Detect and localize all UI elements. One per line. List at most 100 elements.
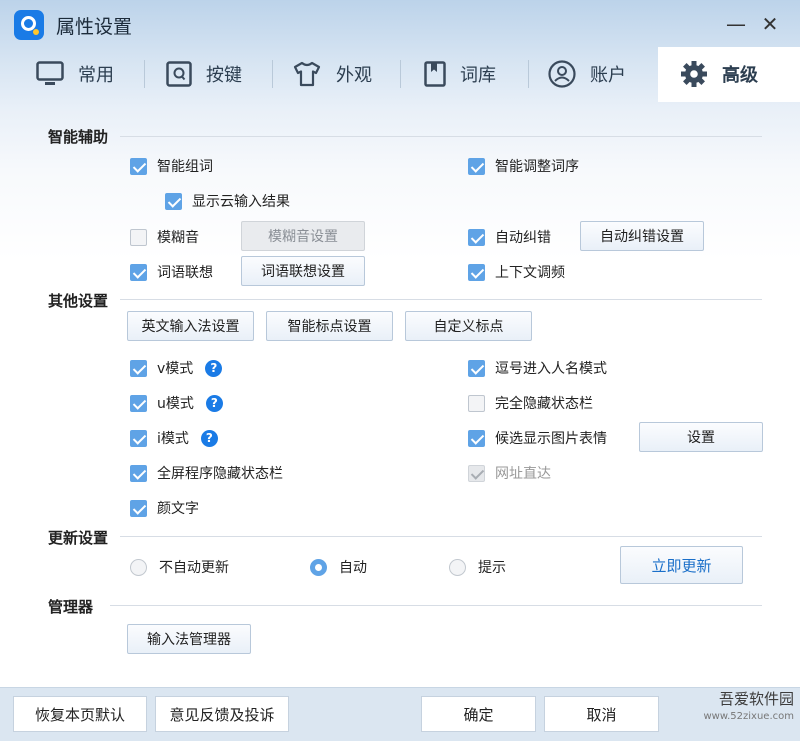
checkbox-label: 智能调整词序: [495, 159, 579, 175]
section-title-other: 其他设置: [48, 292, 109, 310]
key-icon: [166, 61, 192, 87]
radio-circle: [130, 558, 147, 576]
checkbox-emoticon[interactable]: 颜文字: [130, 498, 199, 518]
section-divider: [120, 136, 762, 137]
feedback-button[interactable]: 意见反馈及投诉: [155, 696, 289, 732]
radio-label: 提示: [478, 560, 506, 576]
checkbox-comma-name[interactable]: 逗号进入人名模式: [468, 358, 607, 378]
checkbox-box: [130, 464, 147, 482]
tab-label: 高级: [722, 65, 758, 86]
checkbox-cloud-result[interactable]: 显示云输入结果: [165, 191, 290, 211]
custom-punct-button[interactable]: 自定义标点: [405, 311, 532, 341]
section-divider: [120, 536, 762, 537]
window-title: 属性设置: [56, 16, 133, 38]
checkbox-label: 全屏程序隐藏状态栏: [157, 466, 283, 482]
checkbox-box: [468, 157, 485, 175]
radio-no-auto-update[interactable]: 不自动更新: [130, 557, 229, 577]
checkbox-u-mode[interactable]: u模式?: [130, 393, 223, 413]
tab-lexicon[interactable]: 词库: [424, 50, 496, 98]
checkbox-fuzzy[interactable]: 模糊音: [130, 227, 199, 247]
checkbox-autocorrect[interactable]: 自动纠错: [468, 227, 551, 247]
tab-label: 外观: [336, 65, 372, 86]
checkbox-box: [130, 263, 147, 281]
checkbox-box: [130, 429, 147, 447]
checkbox-smart-order[interactable]: 智能调整词序: [468, 156, 579, 176]
update-now-button[interactable]: 立即更新: [620, 546, 743, 584]
checkbox-box: [130, 394, 147, 412]
tab-advanced[interactable]: 高级: [680, 50, 758, 98]
radio-label: 自动: [339, 560, 367, 576]
user-icon: [548, 60, 576, 88]
close-button[interactable]: ✕: [756, 10, 784, 38]
tab-keys[interactable]: 按键: [166, 50, 242, 98]
checkbox-candidate-image[interactable]: 候选显示图片表情: [468, 428, 607, 448]
help-icon[interactable]: ?: [205, 359, 223, 377]
checkbox-label: v模式: [157, 361, 194, 377]
checkbox-label: 候选显示图片表情: [495, 431, 607, 447]
checkbox-box: [468, 228, 485, 246]
checkbox-box: [468, 429, 485, 447]
checkbox-box: [130, 499, 147, 517]
tab-common[interactable]: 常用: [36, 50, 114, 98]
restore-defaults-button[interactable]: 恢复本页默认: [13, 696, 147, 732]
watermark-name: 吾爱软件园: [718, 690, 794, 708]
tab-divider: [144, 60, 145, 88]
tab-account[interactable]: 账户: [548, 50, 626, 98]
help-icon[interactable]: ?: [205, 394, 223, 412]
checkbox-label: 词语联想: [157, 265, 213, 281]
help-icon[interactable]: ?: [200, 429, 218, 447]
tab-label: 词库: [460, 65, 496, 86]
checkbox-box: [468, 394, 485, 412]
association-settings-button[interactable]: 词语联想设置: [241, 256, 365, 286]
checkbox-hide-status[interactable]: 完全隐藏状态栏: [468, 393, 593, 413]
checkbox-v-mode[interactable]: v模式?: [130, 358, 223, 378]
checkbox-box: [468, 464, 485, 482]
fuzzy-settings-button[interactable]: 模糊音设置: [241, 221, 365, 251]
book-icon: [424, 61, 446, 87]
radio-circle: [310, 558, 327, 576]
app-logo: [14, 10, 44, 40]
english-input-settings-button[interactable]: 英文输入法设置: [127, 311, 254, 341]
checkbox-label: 逗号进入人名模式: [495, 361, 607, 377]
autocorrect-settings-button[interactable]: 自动纠错设置: [580, 221, 704, 251]
checkbox-label: 自动纠错: [495, 230, 551, 246]
radio-circle: [449, 558, 466, 576]
tab-divider: [528, 60, 529, 88]
tab-label: 账户: [590, 65, 626, 86]
gear-icon: [681, 61, 707, 87]
ok-button[interactable]: 确定: [421, 696, 536, 732]
checkbox-label: i模式: [157, 431, 189, 447]
checkbox-url-direct: 网址直达: [468, 463, 551, 483]
ime-manager-button[interactable]: 输入法管理器: [127, 624, 251, 654]
checkbox-box: [130, 228, 147, 246]
candidate-image-settings-button[interactable]: 设置: [639, 422, 763, 452]
section-title-manager: 管理器: [48, 598, 94, 616]
checkbox-box: [130, 157, 147, 175]
checkbox-association[interactable]: 词语联想: [130, 262, 213, 282]
checkbox-box: [130, 359, 147, 377]
shirt-icon: [293, 61, 321, 87]
section-divider: [110, 605, 762, 606]
checkbox-label: u模式: [157, 396, 194, 412]
minimize-button[interactable]: —: [722, 10, 750, 38]
tab-divider: [400, 60, 401, 88]
tab-appearance[interactable]: 外观: [292, 50, 372, 98]
radio-prompt-update[interactable]: 提示: [449, 557, 506, 577]
tab-divider: [272, 60, 273, 88]
checkbox-box: [165, 192, 182, 210]
checkbox-i-mode[interactable]: i模式?: [130, 428, 218, 448]
checkbox-fullscreen-hide[interactable]: 全屏程序隐藏状态栏: [130, 463, 283, 483]
checkbox-box: [468, 263, 485, 281]
checkbox-context-freq[interactable]: 上下文调频: [468, 262, 565, 282]
cancel-button[interactable]: 取消: [544, 696, 659, 732]
radio-auto-update[interactable]: 自动: [310, 557, 367, 577]
tab-label: 常用: [78, 65, 114, 86]
monitor-icon: [36, 61, 64, 85]
smart-punct-settings-button[interactable]: 智能标点设置: [266, 311, 393, 341]
radio-label: 不自动更新: [159, 560, 229, 576]
checkbox-label: 完全隐藏状态栏: [495, 396, 593, 412]
checkbox-smart-phrase[interactable]: 智能组词: [130, 156, 213, 176]
section-title-smart: 智能辅助: [48, 128, 109, 146]
checkbox-label: 颜文字: [157, 501, 199, 517]
checkbox-label: 显示云输入结果: [192, 194, 290, 210]
